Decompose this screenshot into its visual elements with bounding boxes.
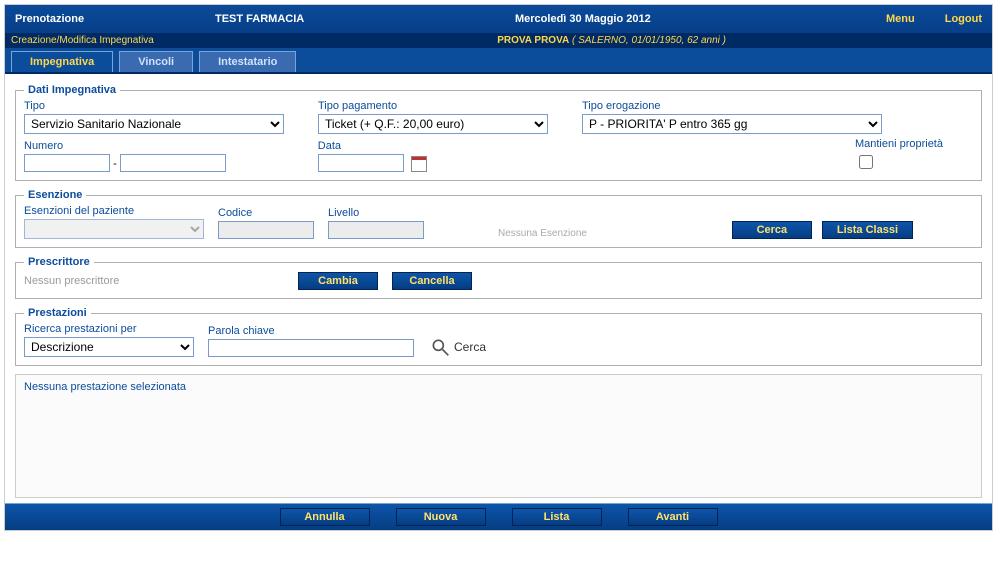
- menu-link[interactable]: Menu: [886, 13, 915, 25]
- data-input[interactable]: [318, 154, 404, 172]
- numero-input-b[interactable]: [120, 154, 226, 172]
- pharmacy-name: TEST FARMACIA: [215, 13, 465, 25]
- mantieni-label: Mantieni proprietà: [855, 138, 943, 150]
- cancella-button[interactable]: Cancella: [392, 272, 472, 290]
- app-frame: Prenotazione TEST FARMACIA Mercoledì 30 …: [4, 4, 993, 531]
- patient-info: PROVA PROVA ( SALERNO, 01/01/1950, 62 an…: [497, 35, 726, 46]
- prestazioni-list-box: Nessuna prestazione selezionata: [15, 374, 982, 498]
- cerca-prestazioni-link[interactable]: Cerca: [454, 340, 486, 354]
- codice-input: [218, 221, 314, 239]
- erogazione-label: Tipo erogazione: [582, 100, 882, 112]
- cambia-button[interactable]: Cambia: [298, 272, 378, 290]
- avanti-button[interactable]: Avanti: [628, 508, 718, 526]
- nessun-prescrittore-text: Nessun prescrittore: [24, 275, 284, 287]
- patient-name: PROVA PROVA: [497, 35, 569, 46]
- calendar-icon[interactable]: [411, 156, 427, 172]
- lista-button[interactable]: Lista: [512, 508, 602, 526]
- numero-input-a[interactable]: [24, 154, 110, 172]
- tipo-label: Tipo: [24, 100, 284, 112]
- bottom-action-bar: Annulla Nuova Lista Avanti: [5, 503, 992, 530]
- tab-vincoli[interactable]: Vincoli: [119, 51, 193, 72]
- annulla-button[interactable]: Annulla: [280, 508, 370, 526]
- tipo-select[interactable]: Servizio Sanitario Nazionale: [24, 114, 284, 134]
- main-content: Dati Impegnativa Tipo Servizio Sanitario…: [5, 74, 992, 504]
- prescrittore-legend: Prescrittore: [24, 256, 94, 268]
- page-title: Prenotazione: [15, 13, 215, 25]
- nessuna-prestazione-text: Nessuna prestazione selezionata: [24, 381, 186, 393]
- pagamento-label: Tipo pagamento: [318, 100, 548, 112]
- breadcrumb-bar: Creazione/Modifica Impegnativa PROVA PRO…: [5, 33, 992, 48]
- codice-label: Codice: [218, 207, 314, 219]
- lista-classi-button[interactable]: Lista Classi: [822, 221, 913, 239]
- nessuna-esenzione-text: Nessuna Esenzione: [498, 228, 587, 239]
- data-label: Data: [318, 140, 427, 152]
- tab-impegnativa[interactable]: Impegnativa: [11, 51, 113, 72]
- logout-link[interactable]: Logout: [945, 13, 982, 25]
- esenzione-legend: Esenzione: [24, 189, 86, 201]
- breadcrumb: Creazione/Modifica Impegnativa: [11, 35, 154, 46]
- livello-label: Livello: [328, 207, 424, 219]
- top-header-bar: Prenotazione TEST FARMACIA Mercoledì 30 …: [5, 5, 992, 33]
- prescrittore-fieldset: Prescrittore Nessun prescrittore Cambia …: [15, 256, 982, 299]
- current-date: Mercoledì 30 Maggio 2012: [465, 13, 856, 25]
- patient-detail: ( SALERNO, 01/01/1950, 62 anni ): [572, 35, 726, 46]
- prestazioni-fieldset: Prestazioni Ricerca prestazioni per Desc…: [15, 307, 982, 366]
- ricerca-label: Ricerca prestazioni per: [24, 323, 194, 335]
- parola-input[interactable]: [208, 339, 414, 357]
- mantieni-checkbox[interactable]: [859, 155, 873, 169]
- tab-intestatario[interactable]: Intestatario: [199, 51, 296, 72]
- prestazioni-legend: Prestazioni: [24, 307, 91, 319]
- dati-impegnativa-fieldset: Dati Impegnativa Tipo Servizio Sanitario…: [15, 84, 982, 181]
- dati-legend: Dati Impegnativa: [24, 84, 120, 96]
- cerca-esenzione-button[interactable]: Cerca: [732, 221, 812, 239]
- numero-label: Numero: [24, 140, 226, 152]
- esenzioni-paziente-select[interactable]: [24, 219, 204, 239]
- tabs-row: Impegnativa Vincoli Intestatario: [5, 48, 992, 74]
- livello-input: [328, 221, 424, 239]
- search-icon[interactable]: [428, 337, 452, 357]
- esenzione-fieldset: Esenzione Esenzioni del paziente Codice …: [15, 189, 982, 248]
- pagamento-select[interactable]: Ticket (+ Q.F.: 20,00 euro): [318, 114, 548, 134]
- parola-label: Parola chiave: [208, 325, 414, 337]
- nuova-button[interactable]: Nuova: [396, 508, 486, 526]
- ricerca-select[interactable]: Descrizione: [24, 337, 194, 357]
- esenzioni-paziente-label: Esenzioni del paziente: [24, 205, 204, 217]
- erogazione-select[interactable]: P - PRIORITA' P entro 365 gg: [582, 114, 882, 134]
